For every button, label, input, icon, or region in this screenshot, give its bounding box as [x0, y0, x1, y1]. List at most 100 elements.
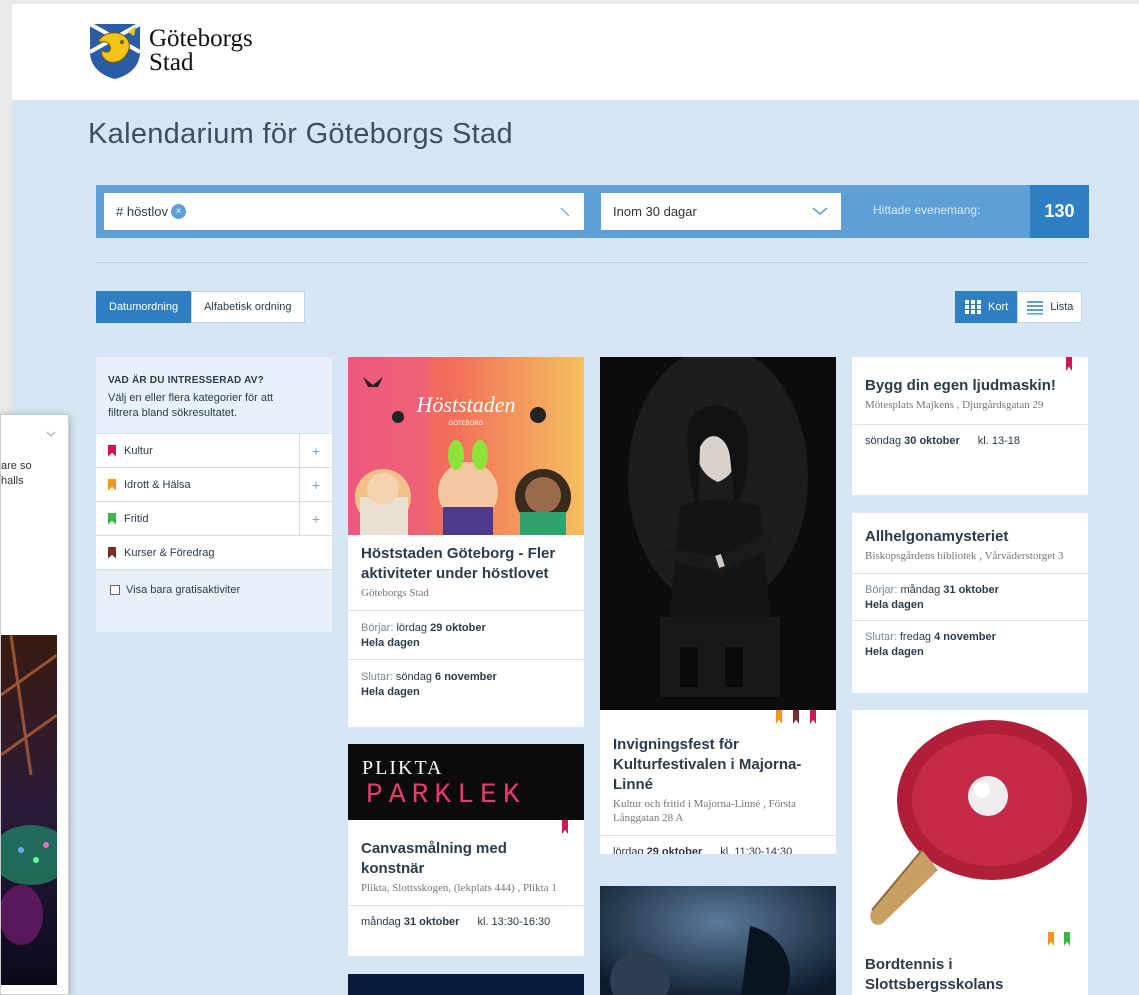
start-time: Hela dagen — [865, 599, 924, 611]
start-time: Hela dagen — [361, 637, 420, 649]
event-card-partial[interactable] — [600, 886, 836, 995]
sort-toggle: Datumordning Alfabetisk ordning — [96, 291, 305, 323]
event-date-time: måndag 31 oktober kl. 13:30-16:30 — [348, 916, 584, 928]
popup-text-line-1: are so — [1, 460, 32, 472]
bookmark-icon — [108, 512, 116, 525]
event-card-invigning[interactable]: Invigningsfest för Kulturfestivalen i Ma… — [600, 357, 836, 854]
sort-date-button[interactable]: Datumordning — [96, 291, 192, 323]
event-start: Börjar: måndag 31 oktober — [852, 583, 1088, 598]
event-image-title: Höststaden — [416, 392, 516, 417]
category-kultur[interactable]: Kultur + — [96, 433, 332, 467]
found-events-count: 130 — [1030, 185, 1089, 238]
free-only-label: Visa bara gratisaktiviter — [126, 584, 241, 596]
calendar-page: Göteborgs Stad Kalendarium för Göteborgs… — [12, 4, 1139, 995]
event-time: kl. 13:30-16:30 — [477, 916, 551, 928]
date-range-select[interactable]: Inom 30 dagar — [601, 193, 841, 230]
event-date: 30 oktober — [904, 435, 960, 447]
event-title[interactable]: Bordtennis i Slottsbergsskolans — [852, 955, 1088, 995]
event-image: Höststaden GÖTEBORG — [348, 357, 584, 535]
event-time: kl. 11:30-14:30 — [720, 846, 793, 854]
event-end: Slutar: söndag 6 november — [348, 670, 584, 685]
end-time: Hela dagen — [865, 646, 924, 658]
start-date: 29 oktober — [430, 622, 486, 634]
event-location: Göteborgs Stad — [361, 587, 429, 599]
event-card-partial[interactable] — [348, 974, 584, 995]
end-weekday: fredag — [899, 631, 932, 643]
event-card-hoststaden[interactable]: Höststaden GÖTEBORG Höststaden Göteborg … — [348, 357, 584, 727]
event-location: Biskopsgårdens bibliotek , Vårväderstorg… — [865, 550, 1064, 562]
site-header: Göteborgs Stad — [12, 4, 1139, 100]
chevron-down-icon[interactable] — [46, 427, 56, 441]
event-start: Börjar: lördag 29 oktober — [348, 621, 584, 636]
event-date-time: lördag 29 oktober kl. 11:30-14:30 — [600, 846, 836, 854]
filter-description: Välj en eller flera kategorier för att f… — [108, 392, 274, 419]
event-title[interactable]: Höststaden Göteborg - Fler aktiviteter u… — [348, 544, 584, 584]
end-label: Slutar: — [865, 631, 897, 643]
view-toggle: Kort Lista — [955, 291, 1083, 323]
event-title[interactable]: Canvasmålning med konstnär — [348, 839, 584, 879]
start-weekday: måndag — [900, 584, 941, 596]
view-cards-label: Kort — [988, 301, 1009, 313]
end-time: Hela dagen — [361, 686, 420, 698]
event-image — [600, 357, 836, 710]
event-date: 31 oktober — [403, 916, 460, 928]
search-input[interactable]: # höstlov × — [104, 193, 584, 230]
event-image: PLIKTA PARKLEK — [348, 744, 584, 820]
event-card-allhelgona[interactable]: Allhelgonamysteriet Biskopsgårdens bibli… — [852, 513, 1088, 693]
search-icon[interactable] — [560, 205, 570, 220]
event-card-bordtennis[interactable]: Bordtennis i Slottsbergsskolans — [852, 710, 1088, 995]
event-title[interactable]: Bygg din egen ljudmaskin! — [852, 376, 1088, 396]
event-title[interactable]: Allhelgonamysteriet — [852, 527, 1088, 547]
event-location: Kultur och fritid i Majorna-Linné , Förs… — [613, 798, 796, 824]
category-fritid[interactable]: Fritid + — [96, 501, 332, 535]
category-label: Kultur — [124, 444, 153, 457]
found-events-label: Hittade evenemang: — [873, 203, 981, 217]
page-title: Kalendarium för Göteborgs Stad — [88, 118, 513, 150]
category-label: Fritid — [124, 512, 149, 525]
filter-heading: VAD ÄR DU INTRESSERAD AV? — [108, 375, 264, 386]
start-label: Börjar: — [361, 622, 394, 634]
list-icon — [1027, 301, 1044, 315]
category-label: Kurser & Föredrag — [124, 546, 215, 559]
start-weekday: lördag — [396, 622, 428, 634]
date-range-value: Inom 30 dagar — [613, 204, 697, 219]
add-category-button[interactable]: + — [299, 468, 332, 501]
add-category-button[interactable]: + — [299, 434, 332, 467]
view-cards-button[interactable]: Kort — [955, 291, 1018, 323]
logo-text: Göteborgs Stad — [149, 26, 253, 76]
logo-line-2: Stad — [149, 49, 194, 76]
event-date: 29 oktober — [646, 846, 703, 854]
event-title[interactable]: Invigningsfest för Kulturfestivalen i Ma… — [600, 735, 836, 795]
event-location: Mötesplats Majkens , Djurgårdsgatan 29 — [865, 399, 1044, 411]
category-filter-panel: VAD ÄR DU INTRESSERAD AV? Välj en eller … — [96, 357, 332, 632]
event-image — [600, 886, 836, 995]
start-date: 31 oktober — [943, 584, 999, 596]
event-location: Plikta, Slottsskogen, (lekplats 444) , P… — [361, 882, 557, 894]
side-popup: are so halls — [0, 414, 69, 995]
checkbox-icon[interactable] — [110, 585, 120, 595]
event-card-ljudmaskin[interactable]: Bygg din egen ljudmaskin! Mötesplats Maj… — [852, 357, 1088, 495]
grid-icon — [965, 300, 981, 314]
popup-text: are so halls — [1, 459, 32, 489]
chevron-down-icon — [811, 205, 829, 220]
category-idrott-halsa[interactable]: Idrott & Hälsa + — [96, 467, 332, 501]
event-weekday: söndag — [865, 435, 902, 447]
start-label: Börjar: — [865, 584, 898, 596]
search-bar: # höstlov × Inom 30 dagar Hittade evenem… — [96, 185, 1089, 238]
end-date: 6 november — [435, 671, 497, 683]
add-category-button[interactable]: + — [299, 502, 332, 535]
site-logo[interactable]: Göteborgs Stad — [88, 22, 253, 80]
popup-image — [1, 635, 57, 985]
view-list-button[interactable]: Lista — [1017, 291, 1083, 323]
divider — [96, 262, 1089, 263]
end-date: 4 november — [934, 631, 996, 643]
city-crest-icon — [89, 22, 141, 79]
free-only-checkbox[interactable]: Visa bara gratisaktiviter — [96, 569, 332, 610]
event-card-plikta[interactable]: PLIKTA PARKLEK Canvasmålning med konstnä… — [348, 744, 584, 956]
tag-remove-icon[interactable]: × — [171, 204, 187, 219]
sort-alpha-button[interactable]: Alfabetisk ordning — [191, 291, 305, 323]
event-end: Slutar: fredag 4 november — [852, 630, 1088, 645]
bookmark-icon — [108, 444, 116, 457]
bookmark-icon — [108, 478, 116, 491]
category-kurser-foredrag[interactable]: Kurser & Föredrag — [96, 535, 332, 569]
